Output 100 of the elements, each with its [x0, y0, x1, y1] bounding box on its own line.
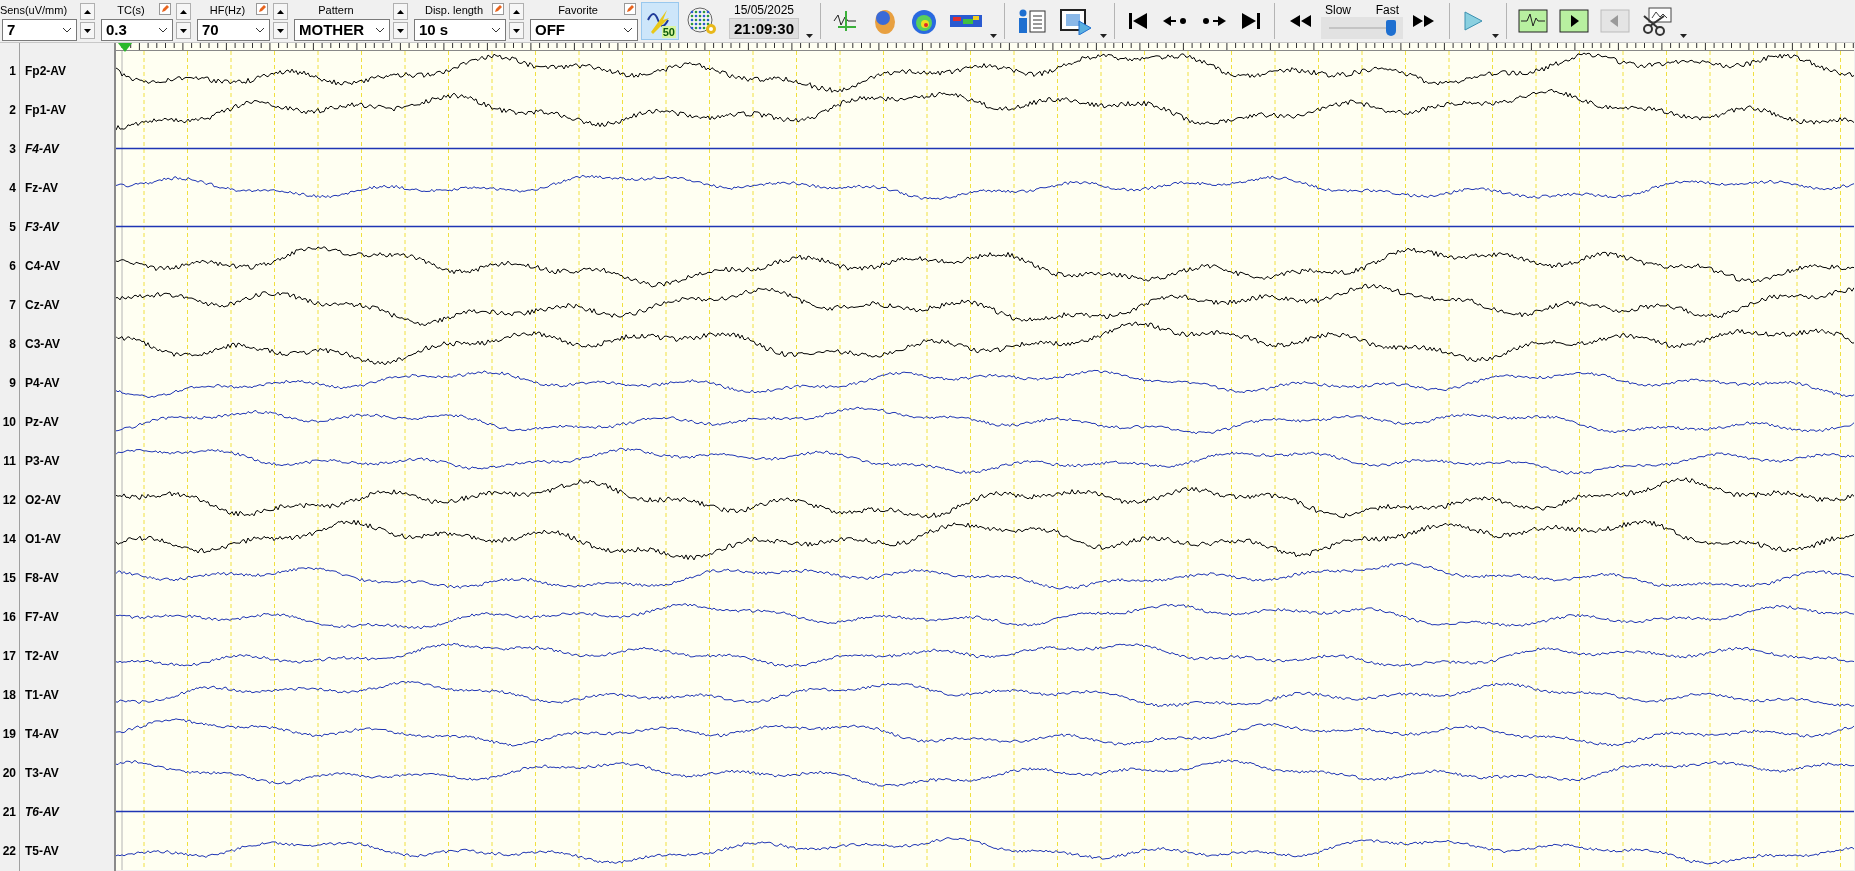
channel-name[interactable]: P3-AV: [25, 453, 60, 468]
channel-number: 14: [1, 531, 16, 546]
caret-icon[interactable]: [806, 34, 813, 38]
filter-button[interactable]: 50: [641, 2, 679, 40]
selector-label: Pattern: [318, 3, 354, 16]
pencil-icon[interactable]: [624, 2, 636, 15]
channel-name[interactable]: Fz-AV: [25, 180, 59, 195]
date-text: 15/05/2025: [733, 3, 795, 17]
spin-down-button[interactable]: [509, 22, 524, 39]
head-settings-icon: [686, 6, 718, 36]
film-play-icon: [1059, 7, 1093, 35]
spin-up-button[interactable]: [80, 3, 95, 20]
channel-name[interactable]: Fp2-AV: [25, 63, 67, 78]
channel-number: 4: [8, 180, 16, 195]
channel-name[interactable]: T3-AV: [25, 765, 59, 780]
selector-label: Favorite: [558, 3, 598, 16]
triangle-up-icon: [180, 9, 187, 14]
channel-number: 18: [1, 687, 16, 702]
triangle-down-icon: [397, 28, 404, 33]
chevron-down-icon: [62, 26, 72, 33]
channel-number: 12: [1, 492, 16, 507]
channel-number: 19: [1, 726, 16, 741]
spin-up-button[interactable]: [509, 3, 524, 20]
channel-name[interactable]: T5-AV: [25, 843, 59, 858]
dropdown[interactable]: 10 s: [414, 18, 506, 41]
channel-number: 1: [8, 63, 16, 78]
caret-icon[interactable]: [1492, 34, 1499, 38]
channel-number: 8: [8, 336, 16, 351]
fast-label: Fast: [1375, 3, 1399, 17]
channel-name[interactable]: T2-AV: [25, 648, 59, 663]
selector-label: Disp. length: [424, 3, 484, 16]
selector-label: TC(s): [117, 3, 145, 16]
dropdown[interactable]: 70: [197, 18, 270, 41]
channel-name[interactable]: C4-AV: [25, 258, 61, 273]
channel-name[interactable]: Fp1-AV: [25, 102, 67, 117]
channel-name[interactable]: P4-AV: [25, 375, 60, 390]
play-icon: [1461, 9, 1485, 33]
chevron-down-icon: [255, 26, 265, 33]
scissors-icon: [1641, 6, 1673, 36]
spin-down-button[interactable]: [80, 22, 95, 39]
channel-number: 22: [1, 843, 16, 858]
slow-label: Slow: [1325, 3, 1351, 17]
channel-name[interactable]: O1-AV: [25, 531, 61, 546]
pencil-icon[interactable]: [492, 2, 504, 15]
channel-number: 15: [1, 570, 16, 585]
channel-name[interactable]: F8-AV: [25, 570, 59, 585]
channel-number: 11: [2, 453, 16, 468]
channel-name[interactable]: O2-AV: [25, 492, 61, 507]
spin-up-button[interactable]: [393, 3, 408, 20]
topographic-map-icon: [910, 7, 938, 35]
spin-down-button[interactable]: [273, 22, 288, 39]
channel-name[interactable]: T1-AV: [25, 687, 59, 702]
play-frame-icon: [1559, 9, 1589, 33]
selector-label: HF(Hz): [209, 3, 246, 16]
chevron-down-icon: [491, 26, 501, 33]
dropdown[interactable]: MOTHER: [294, 18, 390, 41]
channel-number: 6: [8, 258, 16, 273]
spin-up-button[interactable]: [176, 3, 191, 20]
speed-slider[interactable]: [1321, 17, 1403, 39]
dropdown[interactable]: OFF: [530, 18, 638, 41]
channel-name[interactable]: Pz-AV: [25, 414, 59, 429]
channel-number: 3: [8, 141, 16, 156]
channel-number: 9: [8, 375, 16, 390]
channel-number: 5: [8, 219, 16, 234]
triangle-down-icon: [84, 28, 91, 33]
channel-name[interactable]: C3-AV: [25, 336, 61, 351]
slider-thumb[interactable]: [1385, 20, 1396, 36]
chevron-down-icon: [158, 26, 168, 33]
channel-number: 7: [8, 297, 16, 312]
spin-up-button[interactable]: [273, 3, 288, 20]
caret-icon[interactable]: [1680, 34, 1687, 38]
person-document-icon: [1016, 7, 1048, 35]
channel-number: 21: [1, 804, 16, 819]
spin-down-button[interactable]: [393, 22, 408, 39]
spin-down-button[interactable]: [176, 22, 191, 39]
skip-end-icon: [1239, 11, 1263, 31]
channel-number: 16: [1, 609, 16, 624]
triangle-up-icon: [397, 9, 404, 14]
dropdown[interactable]: 0.3: [101, 18, 173, 41]
channel-number: 17: [1, 648, 16, 663]
time-display: 21:09:30: [728, 18, 799, 39]
triangle-up-icon: [84, 9, 91, 14]
channel-name[interactable]: T4-AV: [25, 726, 59, 741]
back-frame-icon: [1600, 9, 1630, 33]
skip-start-icon: [1126, 11, 1150, 31]
triangle-up-icon: [513, 9, 520, 14]
dropdown[interactable]: 7: [2, 18, 77, 41]
triangle-up-icon: [277, 9, 284, 14]
caret-icon[interactable]: [990, 34, 997, 38]
channel-number: 20: [1, 765, 16, 780]
channel-name[interactable]: Cz-AV: [25, 297, 60, 312]
channel-name[interactable]: F7-AV: [25, 609, 59, 624]
triangle-down-icon: [180, 28, 187, 33]
caret-icon[interactable]: [1100, 34, 1107, 38]
pencil-icon[interactable]: [256, 2, 268, 15]
selector-label: Sens(uV/mm): [0, 3, 68, 16]
triangle-down-icon: [513, 28, 520, 33]
pencil-icon[interactable]: [159, 2, 171, 15]
waveform-icon: [1518, 9, 1548, 33]
channel-number: 10: [1, 414, 16, 429]
